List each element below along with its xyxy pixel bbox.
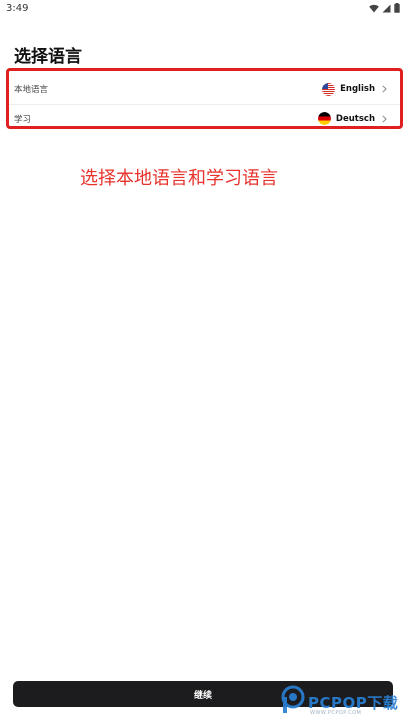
us-flag-icon	[322, 82, 340, 96]
learning-language-label: 学习	[14, 114, 32, 125]
continue-button[interactable]: 继续	[13, 681, 393, 707]
chevron-right-icon	[382, 114, 387, 123]
battery-icon	[394, 3, 400, 13]
status-time: 3:49	[6, 2, 29, 14]
page-title: 选择语言	[14, 47, 82, 67]
watermark-sub: WWW.PCPOP.COM	[310, 710, 362, 716]
native-language-value: English	[340, 84, 375, 94]
native-language-selector: English	[322, 82, 387, 96]
native-language-label: 本地语言	[14, 85, 49, 95]
wifi-icon	[369, 4, 379, 13]
learning-language-selector: Deutsch	[317, 112, 387, 125]
status-icons	[369, 3, 400, 13]
annotation-text: 选择本地语言和学习语言	[80, 168, 278, 189]
chevron-right-icon	[382, 85, 387, 93]
learning-language-row[interactable]: 学习 Deutsch	[9, 104, 400, 132]
language-selection-list: 本地语言 English 学习 Deutsch	[6, 68, 403, 129]
status-bar: 3:49	[0, 0, 406, 16]
native-language-row[interactable]: 本地语言 English	[9, 75, 400, 103]
learning-language-value: Deutsch	[335, 113, 375, 124]
de-flag-icon	[317, 112, 336, 125]
signal-icon	[382, 4, 391, 13]
